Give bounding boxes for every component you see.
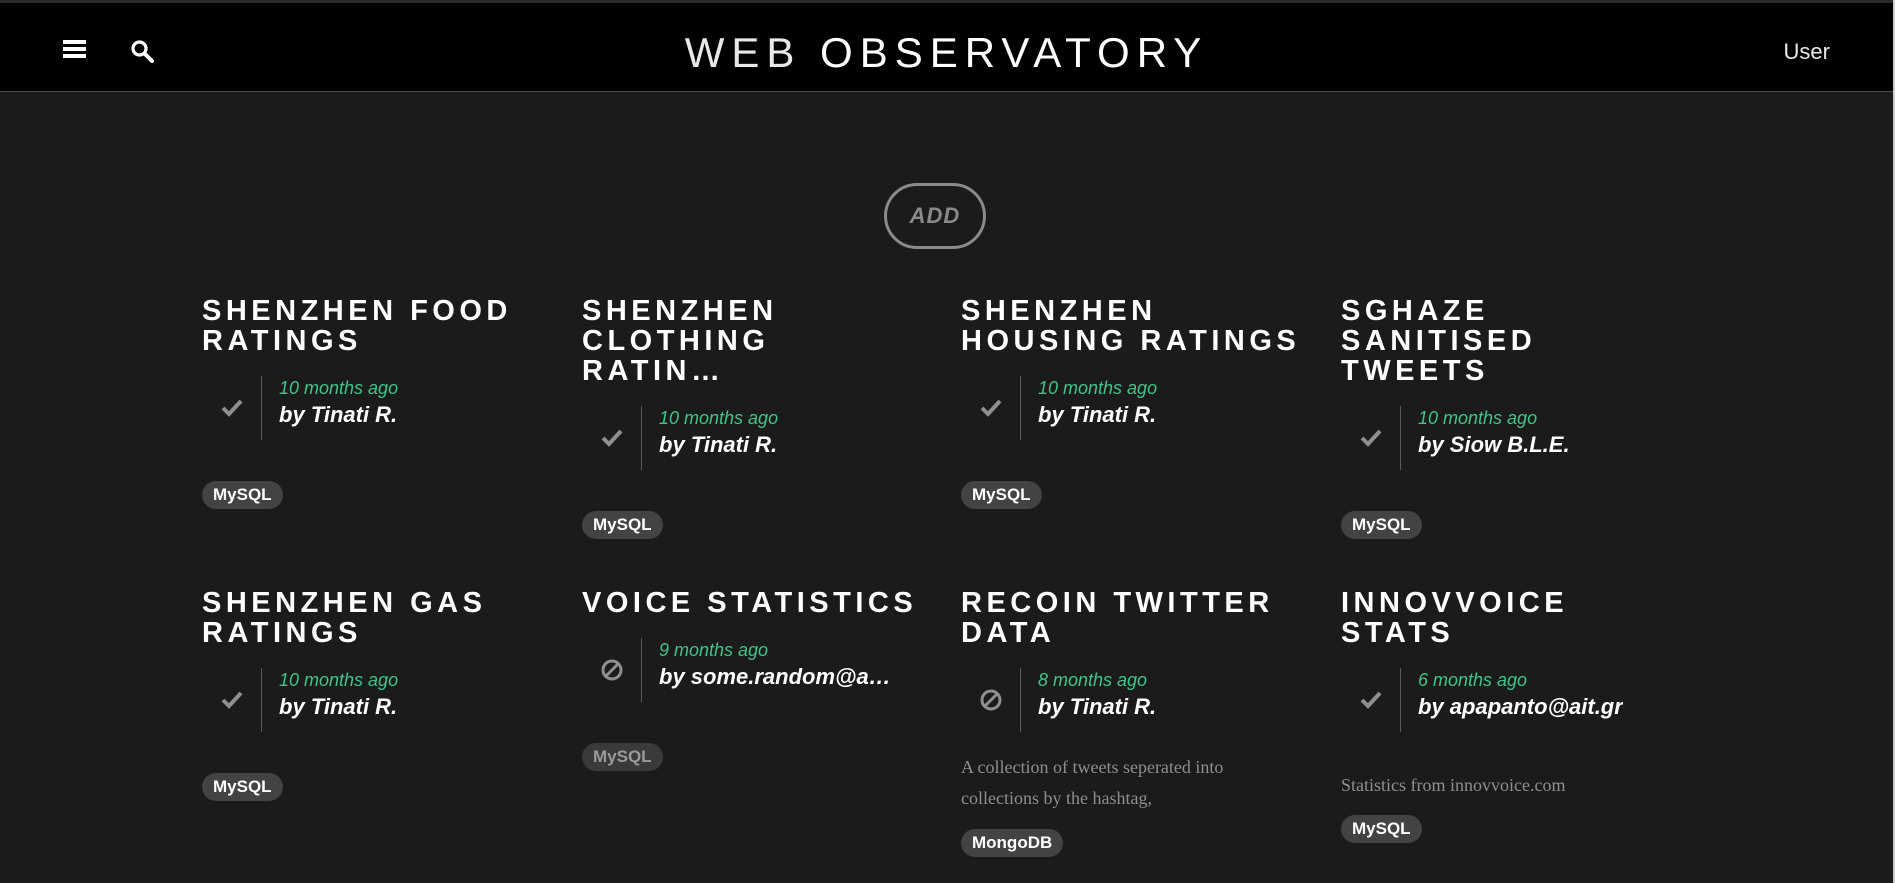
- dataset-meta: 10 months ago by Tinati R.: [202, 376, 542, 440]
- dataset-meta: 10 months ago by Siow B.L.E.: [1341, 406, 1681, 470]
- meta-divider: [1020, 376, 1021, 440]
- dataset-meta: 10 months ago by Tinati R.: [202, 668, 542, 732]
- dataset-card: INNOVVOICE STATS 6 months ago by apapant…: [1341, 588, 1681, 843]
- dataset-type-tag[interactable]: MongoDB: [961, 829, 1064, 857]
- check-icon: [980, 399, 1002, 417]
- dataset-author: by Siow B.L.E.: [1418, 432, 1570, 457]
- check-icon: [601, 429, 623, 447]
- dataset-card: VOICE STATISTICS 9 months ago by some.ra…: [582, 588, 922, 771]
- dataset-title[interactable]: VOICE STATISTICS: [582, 588, 922, 618]
- dataset-type-tag[interactable]: MySQL: [582, 743, 663, 771]
- site-title-bold: OBSERVATORY: [820, 29, 1209, 76]
- blocked-icon: [601, 659, 623, 681]
- meta-divider: [1400, 406, 1401, 470]
- dataset-title[interactable]: SHENZHEN HOUSING RATINGS: [961, 296, 1301, 356]
- dataset-author: by Tinati R.: [279, 402, 398, 427]
- dataset-meta: 10 months ago by Tinati R.: [582, 406, 922, 470]
- dataset-type-tag[interactable]: MySQL: [961, 481, 1042, 509]
- dataset-meta: 10 months ago by Tinati R.: [961, 376, 1301, 440]
- dataset-timestamp: 9 months ago: [659, 640, 769, 660]
- dataset-type-tag[interactable]: MySQL: [582, 511, 663, 539]
- meta-divider: [1020, 668, 1021, 732]
- dataset-card: SHENZHEN CLOTHING RATIN… 10 months ago b…: [582, 296, 922, 539]
- dataset-meta: 6 months ago by apapanto@ait.gr: [1341, 668, 1681, 732]
- dataset-timestamp: 10 months ago: [279, 670, 399, 690]
- dataset-timestamp: 10 months ago: [1418, 408, 1538, 428]
- dataset-author: by apapanto@ait.gr: [1418, 694, 1623, 719]
- meta-divider: [261, 668, 262, 732]
- dataset-author: by Tinati R.: [1038, 402, 1157, 427]
- dataset-timestamp: 10 months ago: [659, 408, 779, 428]
- dataset-title[interactable]: SHENZHEN CLOTHING RATIN…: [582, 296, 922, 386]
- dataset-timestamp: 6 months ago: [1418, 670, 1528, 690]
- blocked-icon: [980, 689, 1002, 711]
- dataset-card: SHENZHEN GAS RATINGS 10 months ago by Ti…: [202, 588, 542, 801]
- meta-divider: [261, 376, 262, 440]
- dataset-title[interactable]: SHENZHEN FOOD RATINGS: [202, 296, 542, 356]
- dataset-title[interactable]: SGHAZE SANITISED TWEETS: [1341, 296, 1681, 386]
- check-icon: [221, 691, 243, 709]
- dataset-title[interactable]: SHENZHEN GAS RATINGS: [202, 588, 542, 648]
- dataset-author: by Tinati R.: [659, 432, 778, 457]
- dataset-type-tag[interactable]: MySQL: [1341, 511, 1422, 539]
- user-menu-link[interactable]: User: [1784, 39, 1830, 65]
- dataset-timestamp: 10 months ago: [279, 378, 399, 398]
- dataset-title[interactable]: INNOVVOICE STATS: [1341, 588, 1681, 648]
- check-icon: [1360, 429, 1382, 447]
- dataset-timestamp: 10 months ago: [1038, 378, 1158, 398]
- add-button[interactable]: ADD: [884, 183, 986, 249]
- meta-divider: [641, 638, 642, 702]
- dataset-card: SHENZHEN HOUSING RATINGS 10 months ago b…: [961, 296, 1301, 509]
- dataset-description: Statistics from innovvoice.com: [1341, 775, 1566, 795]
- dataset-meta: 9 months ago by some.random@ad…: [582, 638, 922, 702]
- dataset-card: SGHAZE SANITISED TWEETS 10 months ago by…: [1341, 296, 1681, 539]
- meta-divider: [1400, 668, 1401, 732]
- dataset-type-tag[interactable]: MySQL: [202, 773, 283, 801]
- dataset-card: RECOIN TWITTER DATA 8 months ago by Tina…: [961, 588, 1301, 857]
- dataset-timestamp: 8 months ago: [1038, 670, 1148, 690]
- dataset-author: by Tinati R.: [279, 694, 398, 719]
- dataset-type-tag[interactable]: MySQL: [1341, 815, 1422, 843]
- dataset-description: A collection of tweets seperated into co…: [961, 757, 1224, 808]
- meta-divider: [641, 406, 642, 470]
- site-title[interactable]: WEB OBSERVATORY: [0, 29, 1893, 77]
- dataset-meta: 8 months ago by Tinati R.: [961, 668, 1301, 732]
- check-icon: [221, 399, 243, 417]
- check-icon: [1360, 691, 1382, 709]
- dataset-title[interactable]: RECOIN TWITTER DATA: [961, 588, 1301, 648]
- top-navigation-bar: WEB OBSERVATORY User: [0, 0, 1893, 92]
- dataset-type-tag[interactable]: MySQL: [202, 481, 283, 509]
- site-title-light: WEB: [684, 29, 802, 76]
- dataset-card: SHENZHEN FOOD RATINGS 10 months ago by T…: [202, 296, 542, 509]
- dataset-author: by some.random@ad…: [659, 664, 899, 689]
- dataset-author: by Tinati R.: [1038, 694, 1157, 719]
